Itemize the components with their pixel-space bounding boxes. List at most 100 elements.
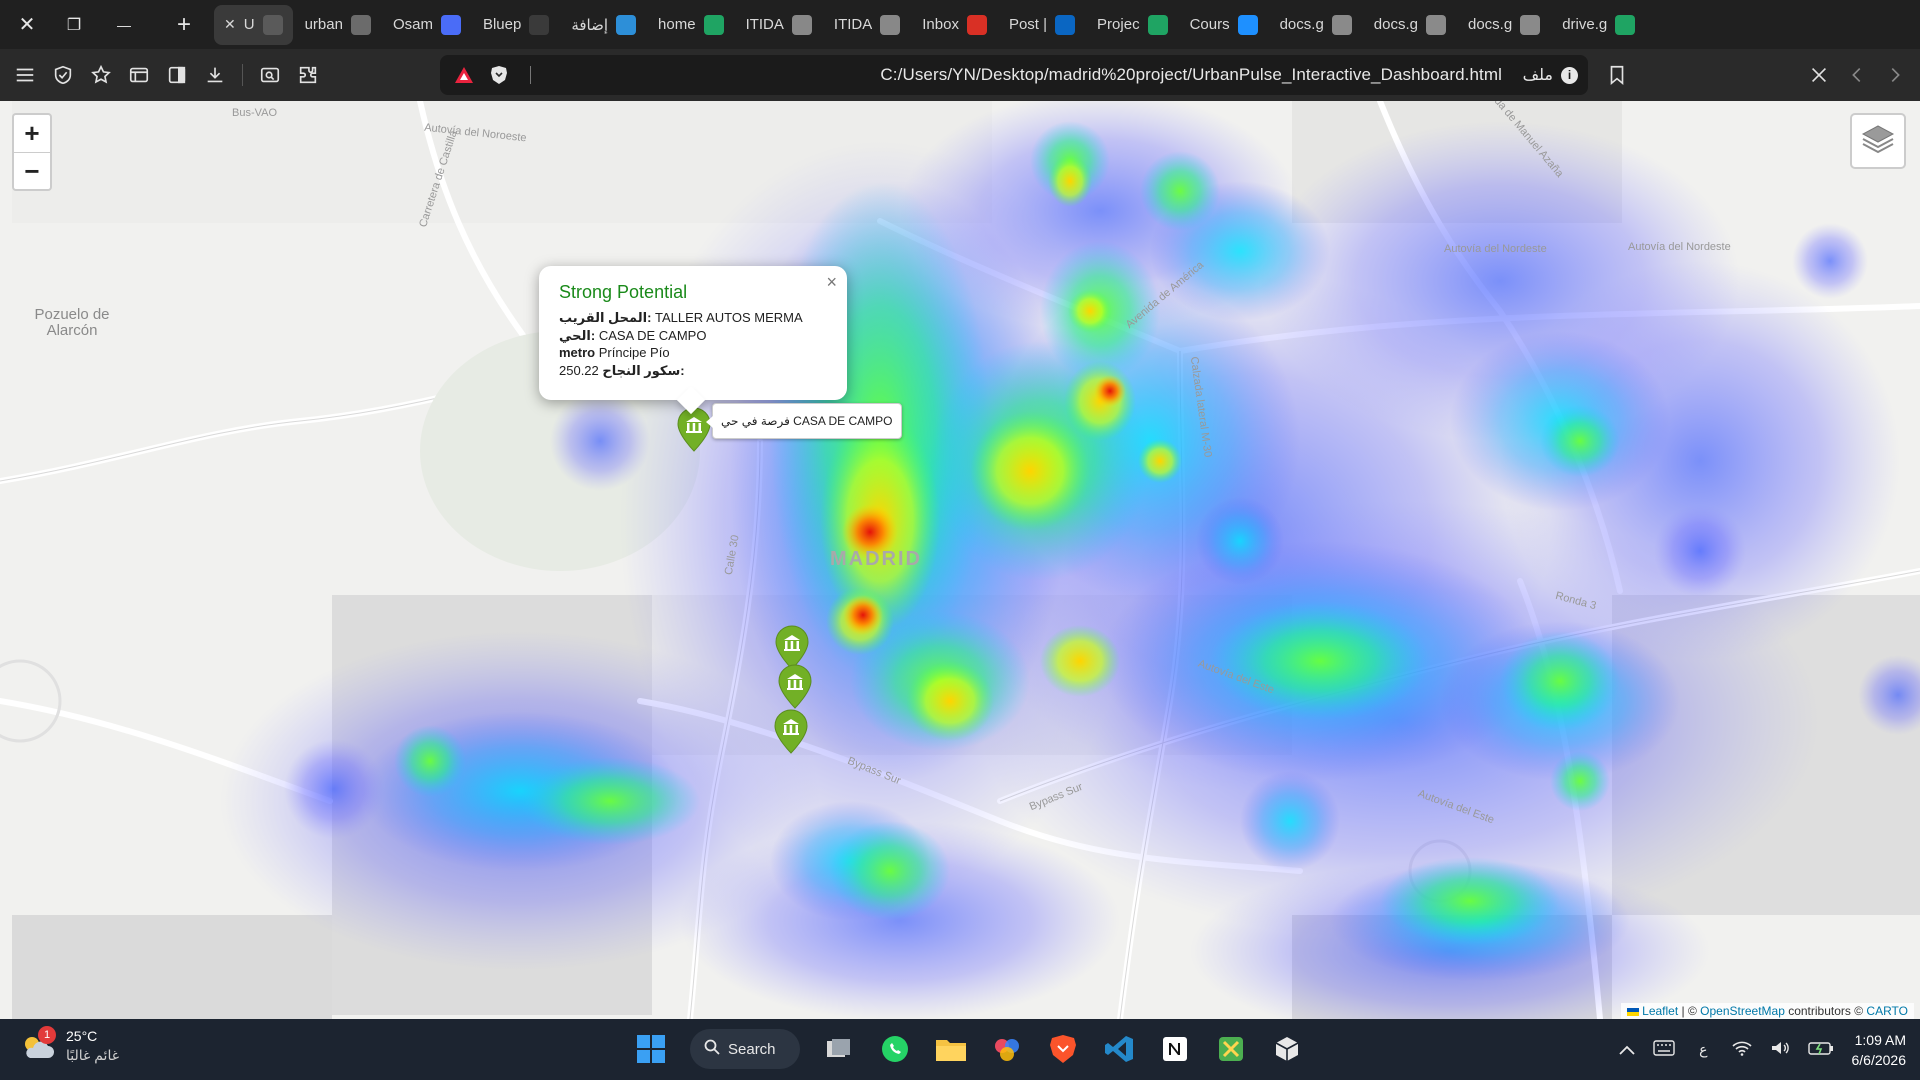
globe-icon [350,14,371,35]
museum-marker-icon[interactable] [676,407,712,453]
tab-label: Cours [1189,16,1230,33]
popup-title: Strong Potential [559,282,688,302]
cube-app-icon[interactable] [1264,1027,1310,1071]
tab[interactable]: ITIDA [736,5,822,45]
menu-icon[interactable] [6,56,44,94]
layers-control[interactable] [1850,113,1906,169]
attribution-sep: | © [1678,1004,1701,1018]
download-icon[interactable] [196,56,234,94]
restore-window-button[interactable]: ❐ [54,0,94,49]
brave-shield-icon[interactable] [490,65,508,90]
snip-tool-icon[interactable] [1208,1027,1254,1071]
zoom-out-button[interactable]: − [14,152,50,189]
battery-icon[interactable] [1807,1040,1834,1059]
leaflet-link[interactable]: Leaflet [1642,1004,1678,1018]
museum-marker-icon[interactable] [777,664,813,710]
taskbar-search[interactable]: Search [690,1029,800,1069]
tab-close-icon[interactable]: ✕ [224,16,236,33]
brave-icon[interactable] [1040,1027,1086,1071]
tab[interactable]: Inbox [912,5,997,45]
tab[interactable]: Bluep [473,5,559,45]
tab-label: Osam [392,16,433,33]
tab[interactable]: docs.g [1364,5,1456,45]
address-bar[interactable]: C:/Users/YN/Desktop/madrid%20project/Urb… [440,55,1588,95]
weather-desc: غائم غالبًا [66,1047,120,1063]
zoom-control: + − [12,113,52,191]
weather-widget[interactable]: 1 25°C غائم غالبًا [20,1026,120,1065]
taskbar-apps: Search [628,1027,1310,1071]
tab[interactable]: Cours [1180,5,1268,45]
whatsapp-icon[interactable] [872,1027,918,1071]
new-tab-button[interactable]: + [154,0,214,49]
popup-value: TALLER AUTOS MERMA [655,310,803,325]
scheme-label: ملف [1522,67,1553,84]
extensions-icon[interactable] [289,56,327,94]
tab[interactable]: إضافة [561,5,646,45]
close-window-button[interactable]: ✕ [0,0,54,49]
shield-icon[interactable] [44,56,82,94]
bookmark-icon[interactable] [1598,56,1636,94]
drive-icon [1147,14,1168,35]
reader-icon[interactable] [120,56,158,94]
tab[interactable]: home [648,5,734,45]
site-info-chip[interactable]: ملف i [1523,65,1578,85]
popup-value: 250.22 [559,362,599,378]
forward-icon[interactable] [1876,56,1914,94]
tab[interactable]: docs.g [1270,5,1362,45]
back-icon[interactable] [1838,56,1876,94]
windows-taskbar: 1 25°C غائم غالبًا Search ع 1:09 AM 6/6/… [0,1019,1920,1080]
tab-label: Projec [1097,16,1140,33]
keyboard-icon[interactable] [1653,1040,1675,1059]
screenshot-icon[interactable] [251,56,289,94]
tab[interactable]: Projec [1087,5,1178,45]
tab[interactable]: drive.g [1552,5,1645,45]
tab-list: ✕ Uurban Osam Bluep إضافة home ITIDA ITIDA Inbox… [214,4,1645,45]
popup-line: metro Príncipe Pío [559,344,827,362]
file-explorer-icon[interactable] [928,1027,974,1071]
notion-icon[interactable] [1152,1027,1198,1071]
tab[interactable]: ✕ U [214,4,293,45]
tab-label: docs.g [1373,16,1418,33]
tab-label: ITIDA [745,16,784,33]
tab-label: إضافة [571,16,609,34]
tab-label: Post | [1008,16,1048,33]
tab[interactable]: Osam [383,5,471,45]
photos-icon[interactable] [984,1027,1030,1071]
start-button[interactable] [628,1027,674,1071]
url-text[interactable]: C:/Users/YN/Desktop/madrid%20project/Urb… [880,65,1502,85]
layers-icon [1861,124,1895,159]
tab-strip: ✕ ❐ — + ✕ Uurban Osam Bluep إضافة home ITIDA IT… [0,0,1920,49]
leaflet-map[interactable]: Pozuelo de Alarcón MADRID Autovía del No… [0,101,1920,1019]
clock-time: 1:09 AM [1854,1031,1906,1048]
carto-link[interactable]: CARTO [1866,1004,1908,1018]
popup-line: المحل القريب: TALLER AUTOS MERMA [559,309,827,327]
gmail-icon [966,14,987,35]
popup-value: Príncipe Pío [598,345,670,360]
bookmarks-star-icon[interactable] [82,56,120,94]
osm-link[interactable]: OpenStreetMap [1700,1004,1785,1018]
cloud-icon: 1 [20,1026,56,1062]
tab[interactable]: docs.g [1458,5,1550,45]
task-view-icon[interactable] [816,1027,862,1071]
tab[interactable]: ITIDA [824,5,910,45]
museum-marker-icon[interactable] [773,709,809,755]
clock[interactable]: 1:09 AM 6/6/2026 [1852,1030,1907,1070]
language-indicator[interactable]: ع [1699,1041,1707,1058]
zoom-in-button[interactable]: + [14,115,50,152]
chevron-up-icon[interactable] [1619,1042,1635,1058]
road-label: Autovía del Nordeste [1628,241,1731,253]
tab[interactable]: urban [295,5,381,45]
close-sidebar-icon[interactable] [1800,56,1838,94]
wifi-icon[interactable] [1731,1040,1752,1059]
tab[interactable]: Post | [999,5,1085,45]
rewards-triangle-icon[interactable] [454,66,474,89]
popup-close-button[interactable]: × [826,272,837,293]
volume-icon[interactable] [1770,1040,1790,1059]
minimize-window-button[interactable]: — [94,0,154,49]
drive-icon [1615,14,1636,35]
sidebar-icon[interactable] [158,56,196,94]
popup-line: 250.22 سكور النجاح: [559,362,827,380]
vscode-icon[interactable] [1096,1027,1142,1071]
tab-label: home [658,16,696,33]
basemap [0,101,1920,1019]
